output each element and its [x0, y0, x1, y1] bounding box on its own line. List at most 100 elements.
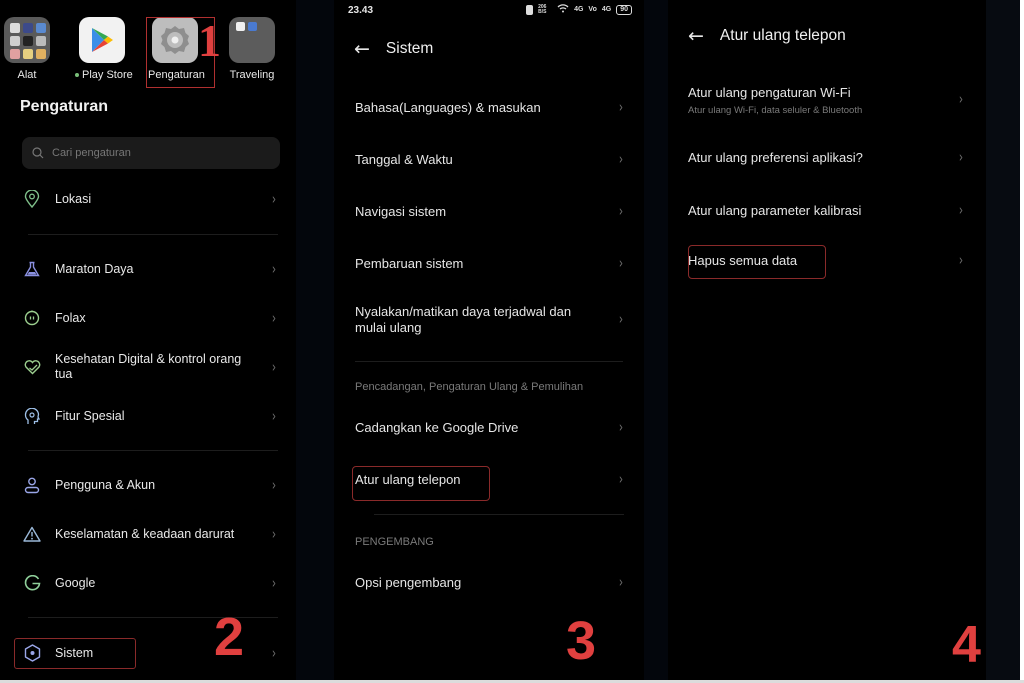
volte-icon: Vo: [588, 6, 597, 13]
panel-gap: [296, 0, 334, 683]
settings-item-tanggal-waktu[interactable]: Tanggal & Waktu ›: [334, 150, 644, 170]
item-label: Nyalakan/matikan daya terjadwal dan mula…: [355, 304, 572, 335]
highlight-box-hapus-data: [688, 245, 826, 279]
location-pin-icon: [22, 189, 42, 209]
status-bar: 23.43 206 B/S 4G Vo 4G 90: [334, 0, 644, 20]
app-label: Traveling: [229, 69, 275, 81]
item-label: Lokasi: [55, 191, 92, 206]
settings-item-maraton-daya[interactable]: Maraton Daya ›: [0, 252, 296, 286]
settings-item-reset-calibration[interactable]: Atur ulang parameter kalibrasi ›: [668, 201, 986, 221]
data-speed-indicator: 206 B/S: [538, 4, 547, 15]
item-label: Google: [55, 575, 96, 590]
warning-triangle-icon: [22, 524, 42, 544]
heart-check-icon: [22, 357, 42, 377]
system-settings-panel: 23.43 206 B/S 4G Vo 4G 90 ← Sistem Bahas…: [334, 0, 644, 683]
item-label: Maraton Daya: [55, 261, 134, 276]
app-alat[interactable]: Alat: [0, 17, 54, 81]
item-label: Atur ulang preferensi aplikasi?: [688, 150, 863, 165]
chevron-right-icon: ›: [271, 644, 277, 662]
item-label: Navigasi sistem: [355, 204, 447, 219]
item-label: Pembaruan sistem: [355, 256, 464, 271]
panel-gap: [986, 0, 1020, 683]
app-play-store[interactable]: Play Store: [75, 17, 133, 81]
chevron-right-icon: ›: [618, 470, 624, 488]
settings-item-navigasi[interactable]: Navigasi sistem ›: [334, 202, 644, 222]
settings-item-opsi-pengembang[interactable]: Opsi pengembang ›: [334, 573, 644, 593]
divider: [355, 361, 623, 362]
back-arrow-icon[interactable]: ←: [688, 25, 704, 47]
chevron-right-icon: ›: [271, 358, 277, 376]
item-label: Atur ulang parameter kalibrasi: [688, 203, 862, 218]
item-label: Kesehatan Digital & kontrol orang tua: [55, 352, 242, 381]
settings-item-lokasi[interactable]: Lokasi ›: [0, 182, 296, 216]
settings-item-reset-app-prefs[interactable]: Atur ulang preferensi aplikasi? ›: [668, 148, 986, 168]
status-time: 23.43: [348, 5, 374, 16]
app-label: Play Store: [82, 69, 133, 81]
chevron-right-icon: ›: [271, 260, 277, 278]
item-label: Bahasa(Languages) & masukan: [355, 100, 541, 115]
page-title: Sistem: [385, 40, 434, 57]
flask-icon: [22, 259, 42, 279]
divider: [374, 514, 624, 515]
item-label: Fitur Spesial: [55, 408, 125, 423]
divider: [28, 450, 278, 451]
settings-item-pengguna-akun[interactable]: Pengguna & Akun ›: [0, 468, 296, 502]
folder-icon: [4, 17, 50, 63]
settings-item-google[interactable]: Google ›: [0, 566, 296, 600]
app-label: Alat: [17, 69, 37, 81]
settings-item-kesehatan-digital[interactable]: Kesehatan Digital & kontrol orang tua ›: [0, 350, 296, 384]
settings-item-fitur-spesial[interactable]: Fitur Spesial ›: [0, 399, 296, 433]
item-label: Opsi pengembang: [355, 575, 462, 590]
chevron-right-icon: ›: [271, 574, 277, 592]
vibrate-icon: [526, 5, 534, 15]
status-icons: 206 B/S 4G Vo 4G 90: [526, 4, 632, 16]
item-label: Tanggal & Waktu: [355, 152, 453, 167]
section-header-backup: Pencadangan, Pengaturan Ulang & Pemuliha…: [355, 381, 584, 393]
settings-item-folax[interactable]: Folax ›: [0, 301, 296, 335]
step-number-3: 3: [566, 611, 597, 671]
chevron-right-icon: ›: [958, 148, 964, 166]
page-title: Pengaturan: [20, 98, 109, 115]
divider: [28, 234, 278, 235]
chevron-right-icon: ›: [618, 150, 624, 168]
head-icon: [22, 406, 42, 426]
reset-phone-panel: ← Atur ulang telepon Atur ulang pengatur…: [668, 0, 986, 683]
step-number-2: 2: [214, 607, 245, 667]
app-traveling[interactable]: Traveling: [225, 17, 279, 81]
header: ← Atur ulang telepon: [688, 25, 846, 47]
chevron-right-icon: ›: [618, 418, 624, 436]
user-icon: [22, 475, 42, 495]
settings-item-bahasa[interactable]: Bahasa(Languages) & masukan ›: [334, 98, 644, 118]
search-input[interactable]: Cari pengaturan: [22, 137, 280, 169]
chevron-right-icon: ›: [271, 407, 277, 425]
settings-item-jadwal-daya[interactable]: Nyalakan/matikan daya terjadwal dan mula…: [334, 304, 644, 338]
chevron-right-icon: ›: [271, 525, 277, 543]
search-placeholder: Cari pengaturan: [52, 147, 131, 159]
chevron-right-icon: ›: [958, 251, 964, 269]
chevron-right-icon: ›: [271, 476, 277, 494]
search-icon: [32, 147, 44, 159]
step-number-4: 4: [952, 616, 981, 674]
chevron-right-icon: ›: [618, 254, 624, 272]
item-label: Keselamatan & keadaan darurat: [55, 526, 235, 541]
back-arrow-icon[interactable]: ←: [354, 38, 370, 60]
settings-item-google-drive[interactable]: Cadangkan ke Google Drive ›: [334, 418, 644, 438]
item-label: Atur ulang pengaturan Wi-Fi: [688, 85, 851, 100]
highlight-box-sistem: [14, 638, 136, 669]
google-icon: [22, 573, 42, 593]
settings-item-pembaruan[interactable]: Pembaruan sistem ›: [334, 254, 644, 274]
chevron-right-icon: ›: [618, 98, 624, 116]
right-border: [1020, 0, 1024, 683]
chevron-right-icon: ›: [271, 190, 277, 208]
chevron-right-icon: ›: [618, 202, 624, 220]
chevron-right-icon: ›: [618, 573, 624, 591]
section-header-developer: PENGEMBANG: [355, 536, 434, 548]
play-store-icon: [79, 17, 125, 63]
settings-item-reset-wifi[interactable]: Atur ulang pengaturan Wi-Fi Atur ulang W…: [668, 85, 986, 121]
chevron-right-icon: ›: [618, 310, 624, 328]
highlight-box-atur-ulang: [352, 466, 490, 501]
new-indicator-dot: [75, 73, 79, 78]
chevron-right-icon: ›: [271, 309, 277, 327]
settings-item-keselamatan[interactable]: Keselamatan & keadaan darurat ›: [0, 517, 296, 551]
header: ← Sistem: [354, 38, 433, 60]
